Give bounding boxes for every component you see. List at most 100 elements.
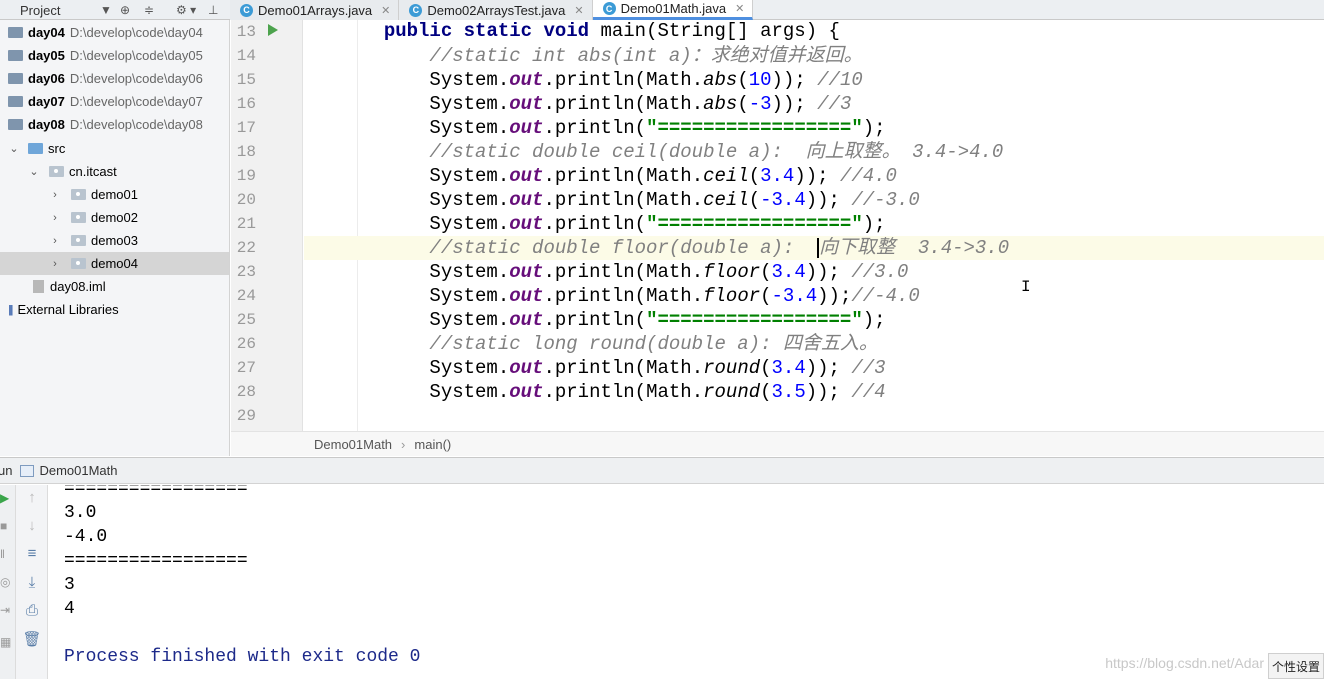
tree-item-label: day05 [28,48,65,63]
tree-item-label: demo01 [91,187,138,202]
personal-settings-button[interactable]: 个性设置 [1268,653,1324,679]
tab-label: Demo01Arrays.java [258,2,373,18]
run-config-tab[interactable]: Demo01Math [39,463,117,478]
package-icon [71,212,86,223]
tree-item-cn-itcast[interactable]: ⌄ cn.itcast [0,160,229,183]
code-number: -3.4 [760,189,806,211]
mouse-ibeam-cursor: I [1021,278,1031,296]
process-exit-message: Process finished with exit code 0 [64,647,421,667]
code-text: .println(Math. [543,261,704,283]
exit-icon[interactable]: ⇥ [0,603,12,617]
code-field: out [509,165,544,187]
tab-demo01math[interactable]: C Demo01Math.java ✕ [592,0,754,20]
tree-item-day08[interactable]: day08 D:\develop\code\day08 [0,113,229,136]
stop-icon[interactable]: ■ [0,519,12,533]
code-comment: //4 [851,381,886,403]
settings-icon[interactable]: ⚙ ▾ [176,0,196,20]
module-folder-icon [8,50,23,61]
arrow-up-icon[interactable]: ↑ [16,489,48,506]
tree-item-demo01[interactable]: › demo01 [0,183,229,206]
dropdown-icon[interactable]: ▼ [100,0,112,20]
tab-demo01arrays[interactable]: C Demo01Arrays.java ✕ [230,0,400,20]
code-text: System. [429,93,510,115]
tree-item-demo03[interactable]: › demo03 [0,229,229,252]
run-config-icon [20,464,35,477]
chevron-right-icon[interactable]: › [49,258,61,270]
collapse-icon[interactable]: ≑ [144,0,154,20]
code-text: .println(Math. [543,69,704,91]
tab-demo02arraystest[interactable]: C Demo02ArraysTest.java ✕ [399,0,593,20]
tree-item-day07[interactable]: day07 D:\develop\code\day07 [0,90,229,113]
close-icon[interactable]: ✕ [574,4,583,17]
tree-item-day05[interactable]: day05 D:\develop\code\day05 [0,44,229,67]
tree-item-path: D:\develop\code\day04 [69,25,203,40]
print-icon[interactable]: ⎙ [16,602,48,619]
code-method: round [703,381,761,403]
code-comment: //3.0 [851,261,909,283]
hide-icon[interactable]: ⊥ [208,0,218,20]
code-field: out [509,309,544,331]
code-line-25: System.out.println("================="); [304,308,1324,332]
console-output[interactable]: ================= 3.0 -4.0 =============… [49,485,1324,679]
module-folder-icon [8,27,23,38]
chevron-right-icon[interactable]: › [49,189,61,201]
code-comment: //static long round(double a): 四舍五入。 [429,333,878,355]
tree-item-day04[interactable]: day04 D:\develop\code\day04 [0,21,229,44]
iml-file-icon [33,280,44,293]
chevron-down-icon[interactable]: ⌄ [28,165,40,178]
close-icon[interactable]: ✕ [735,2,744,15]
code-line-21: System.out.println("================="); [304,212,1324,236]
line-number: 20 [236,191,256,209]
code-string: "=================" [646,309,863,331]
tree-item-label: demo03 [91,233,138,248]
run-panel-title[interactable]: un [0,463,12,478]
arrow-down-icon[interactable]: ↓ [16,517,48,534]
line-number: 23 [236,263,256,281]
chevron-down-icon[interactable]: ⌄ [8,142,20,155]
code-method: abs [703,69,738,91]
code-line-22: //static double floor(double a): 向下取整 3.… [304,236,1324,260]
chevron-right-icon[interactable]: › [49,212,61,224]
code-method: floor [703,285,761,307]
code-number: 3.4 [771,357,806,379]
target-icon[interactable]: ⊕ [120,0,130,20]
dump-threads-icon[interactable]: ◎ [0,575,12,589]
code-line-20: System.out.println(Math.ceil(-3.4)); //-… [304,188,1324,212]
layout-icon[interactable]: ▦ [0,635,12,649]
run-gutter-icon[interactable] [268,24,278,36]
package-icon [71,258,86,269]
chevron-right-icon[interactable]: › [49,235,61,247]
code-text: )); [794,165,840,187]
tree-item-demo02[interactable]: › demo02 [0,206,229,229]
code-line-28: System.out.println(Math.round(3.5)); //4 [304,380,1324,404]
code-line-24: System.out.println(Math.floor(-3.4));//-… [304,284,1324,308]
tree-item-path: D:\develop\code\day08 [69,117,203,132]
code-text: ( [760,381,772,403]
scroll-to-end-icon[interactable]: ⤓ [16,574,48,591]
trash-icon[interactable]: 🗑 [16,630,48,648]
tree-item-external-libraries[interactable]: |||| External Libraries [0,298,229,321]
breadcrumb-class[interactable]: Demo01Math [314,437,392,452]
code-text: )); [817,285,852,307]
editor-tabs: C Demo01Arrays.java ✕ C Demo02ArraysTest… [230,0,754,20]
tree-item-path: D:\develop\code\day05 [69,48,203,63]
line-number: 14 [236,47,256,65]
code-text: System. [429,261,510,283]
tree-item-day08-iml[interactable]: day08.iml [0,275,229,298]
close-icon[interactable]: ✕ [381,4,390,17]
tree-item-day06[interactable]: day06 D:\develop\code\day06 [0,67,229,90]
breadcrumb-method[interactable]: main() [414,437,451,452]
code-comment: //3 [851,357,886,379]
rerun-icon[interactable]: ▶ [0,491,12,505]
project-panel-title[interactable]: Project [20,3,60,18]
soft-wrap-icon[interactable]: ≡ [16,545,48,562]
code-method: round [703,357,761,379]
pause-icon[interactable]: ‖ [0,547,12,561]
line-number: 21 [236,215,256,233]
code-text: System. [429,117,510,139]
code-text: .println( [543,117,647,139]
code-editor[interactable]: 13 14 15 16 17 18 19 20 21 22 23 24 25 2… [231,20,1324,431]
tree-item-src[interactable]: ⌄ src [0,137,229,160]
line-number: 26 [236,335,256,353]
tree-item-demo04[interactable]: › demo04 [0,252,229,275]
